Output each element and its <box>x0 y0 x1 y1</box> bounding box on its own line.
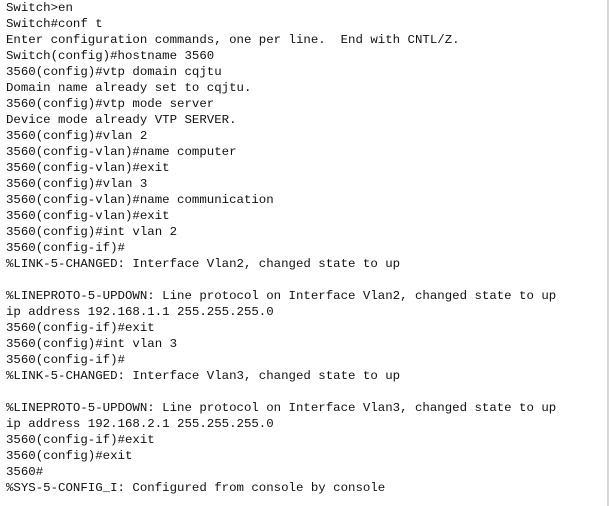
terminal-line: ip address 192.168.2.1 255.255.255.0 <box>6 417 274 431</box>
terminal-line: 3560(config)#vtp mode server <box>6 97 215 111</box>
terminal-line: 3560(config-vlan)#exit <box>6 161 170 175</box>
terminal-line: Enter configuration commands, one per li… <box>6 33 460 47</box>
terminal-line: %LINK-5-CHANGED: Interface Vlan2, change… <box>6 257 401 271</box>
terminal-line: Domain name already set to cqjtu. <box>6 81 252 95</box>
terminal-line: 3560# <box>6 465 44 479</box>
terminal-line: Switch(config)#hostname 3560 <box>6 49 215 63</box>
terminal-line: 3560(config-if)#exit <box>6 321 155 335</box>
terminal-line: 3560(config-if)# <box>6 353 125 367</box>
terminal-line: ip address 192.168.1.1 255.255.255.0 <box>6 305 274 319</box>
terminal-output: Switch>en Switch#conf t Enter configurat… <box>6 0 606 496</box>
terminal-line: 3560(config-if)# <box>6 241 125 255</box>
terminal-line: %LINEPROTO-5-UPDOWN: Line protocol on In… <box>6 401 557 415</box>
terminal-line: %LINEPROTO-5-UPDOWN: Line protocol on In… <box>6 289 557 303</box>
terminal-line: 3560(config)#vtp domain cqjtu <box>6 65 222 79</box>
terminal-line: Device mode already VTP SERVER. <box>6 113 237 127</box>
terminal-line: 3560(config-vlan)#exit <box>6 209 170 223</box>
terminal-line: 3560(config-vlan)#name communication <box>6 193 274 207</box>
terminal-line: 3560(config)#exit <box>6 449 133 463</box>
terminal-line: 3560(config-if)#exit <box>6 433 155 447</box>
terminal-line: 3560(config)#vlan 2 <box>6 129 148 143</box>
terminal-line: Switch>en <box>6 1 73 15</box>
terminal-line: 3560(config)#int vlan 2 <box>6 225 178 239</box>
terminal-line: %LINK-5-CHANGED: Interface Vlan3, change… <box>6 369 401 383</box>
terminal-line: Switch#conf t <box>6 17 103 31</box>
terminal-window[interactable]: Switch>en Switch#conf t Enter configurat… <box>0 0 609 506</box>
terminal-line: %SYS-5-CONFIG_I: Configured from console… <box>6 481 386 495</box>
terminal-line: 3560(config-vlan)#name computer <box>6 145 237 159</box>
terminal-line: 3560(config)#vlan 3 <box>6 177 148 191</box>
terminal-line: 3560(config)#int vlan 3 <box>6 337 178 351</box>
